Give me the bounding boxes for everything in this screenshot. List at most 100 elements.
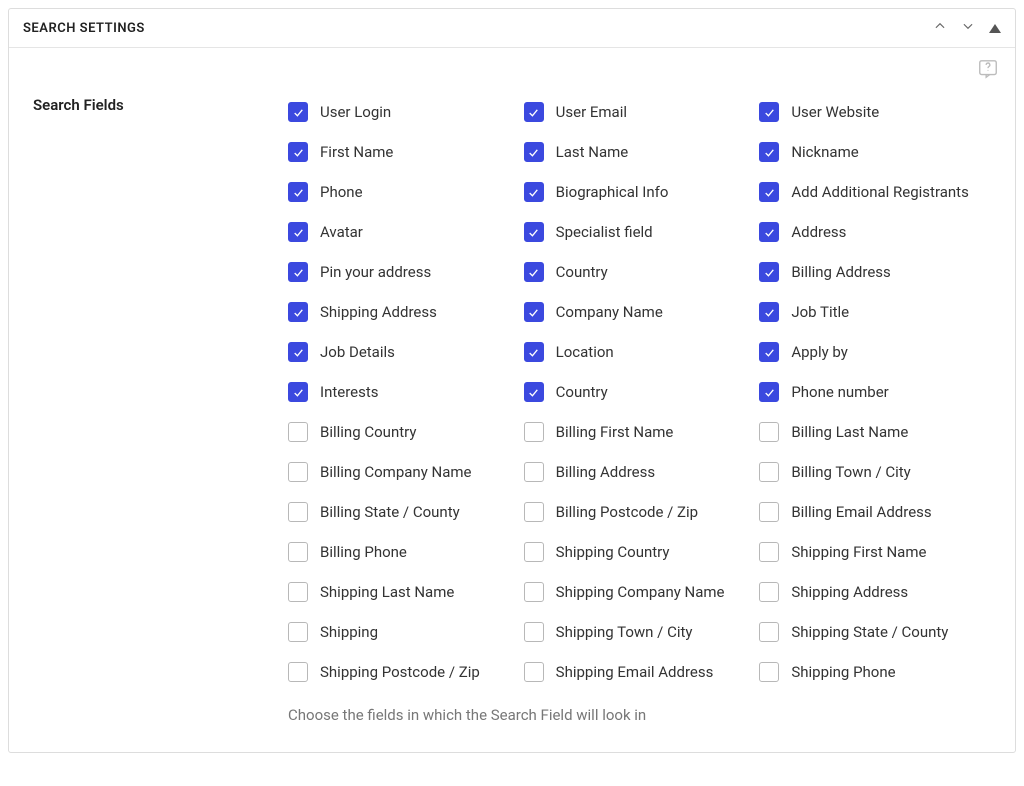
checkbox-label[interactable]: Billing Town / City — [791, 463, 910, 481]
checkbox-label[interactable]: Shipping Phone — [791, 663, 895, 681]
checkbox[interactable] — [288, 622, 308, 642]
collapse-toggle-icon[interactable] — [989, 24, 1001, 33]
checkbox-label[interactable]: Country — [556, 383, 608, 401]
checkbox-label[interactable]: Specialist field — [556, 223, 653, 241]
checkbox[interactable] — [288, 142, 308, 162]
checkbox[interactable] — [524, 622, 544, 642]
checkbox[interactable] — [288, 342, 308, 362]
checkbox-label[interactable]: Phone number — [791, 383, 888, 401]
panel-actions — [933, 19, 1001, 37]
checkbox[interactable] — [288, 662, 308, 682]
checkbox[interactable] — [524, 662, 544, 682]
checkbox[interactable] — [524, 422, 544, 442]
checkbox-label[interactable]: Address — [791, 223, 846, 241]
checkbox-label[interactable]: Last Name — [556, 143, 629, 161]
checkbox[interactable] — [288, 462, 308, 482]
checkbox-label[interactable]: Billing State / County — [320, 503, 460, 521]
checkbox-label[interactable]: Shipping — [320, 623, 378, 641]
checkbox[interactable] — [759, 662, 779, 682]
checkbox-label[interactable]: Company Name — [556, 303, 663, 321]
checkbox-label[interactable]: User Email — [556, 103, 627, 121]
checkbox-label[interactable]: Biographical Info — [556, 183, 669, 201]
checkbox[interactable] — [759, 502, 779, 522]
checkbox[interactable] — [524, 302, 544, 322]
checkbox[interactable] — [524, 502, 544, 522]
checkbox[interactable] — [759, 182, 779, 202]
checkbox[interactable] — [759, 462, 779, 482]
checkbox[interactable] — [288, 422, 308, 442]
checkbox[interactable] — [524, 102, 544, 122]
checkbox-label[interactable]: Shipping Company Name — [556, 583, 725, 601]
checkbox-label[interactable]: Billing Address — [791, 263, 890, 281]
checkbox[interactable] — [288, 102, 308, 122]
checkbox-label[interactable]: Billing Address — [556, 463, 655, 481]
checkbox-label[interactable]: Billing Last Name — [791, 423, 908, 441]
checkbox-label[interactable]: Interests — [320, 383, 379, 401]
checkbox-label[interactable]: Location — [556, 343, 614, 361]
checkbox-label[interactable]: Shipping Email Address — [556, 663, 714, 681]
checkbox[interactable] — [759, 582, 779, 602]
checkbox[interactable] — [524, 462, 544, 482]
checkbox[interactable] — [288, 382, 308, 402]
checkbox-label[interactable]: First Name — [320, 143, 393, 161]
field-option: Last Name — [524, 132, 756, 172]
checkbox-label[interactable]: Shipping Last Name — [320, 583, 454, 601]
field-option: Shipping Company Name — [524, 572, 756, 612]
checkbox[interactable] — [524, 142, 544, 162]
move-up-icon[interactable] — [933, 19, 947, 37]
checkbox-label[interactable]: Country — [556, 263, 608, 281]
checkbox[interactable] — [288, 582, 308, 602]
checkbox-label[interactable]: Billing Company Name — [320, 463, 472, 481]
checkbox-label[interactable]: Job Title — [791, 303, 849, 321]
checkbox[interactable] — [288, 262, 308, 282]
checkbox-label[interactable]: Shipping Address — [320, 303, 437, 321]
checkbox-label[interactable]: Avatar — [320, 223, 363, 241]
checkbox[interactable] — [759, 222, 779, 242]
checkbox-label[interactable]: Add Additional Registrants — [791, 183, 969, 201]
checkbox[interactable] — [288, 502, 308, 522]
checkbox-label[interactable]: Shipping Town / City — [556, 623, 693, 641]
checkbox-label[interactable]: Billing Phone — [320, 543, 407, 561]
move-down-icon[interactable] — [961, 19, 975, 37]
checkbox[interactable] — [288, 222, 308, 242]
checkbox[interactable] — [759, 302, 779, 322]
checkbox[interactable] — [759, 622, 779, 642]
checkbox[interactable] — [759, 542, 779, 562]
checkbox-label[interactable]: User Website — [791, 103, 879, 121]
field-option: Shipping Postcode / Zip — [288, 652, 520, 692]
checkbox-label[interactable]: Billing Email Address — [791, 503, 931, 521]
checkbox-label[interactable]: Nickname — [791, 143, 858, 161]
checkbox-label[interactable]: Billing Postcode / Zip — [556, 503, 698, 521]
field-option: Interests — [288, 372, 520, 412]
checkbox-label[interactable]: Billing Country — [320, 423, 416, 441]
checkbox-label[interactable]: Pin your address — [320, 263, 431, 281]
checkbox[interactable] — [524, 222, 544, 242]
checkbox-label[interactable]: Shipping Address — [791, 583, 908, 601]
checkbox[interactable] — [759, 102, 779, 122]
help-icon[interactable] — [977, 58, 999, 84]
checkbox[interactable] — [288, 182, 308, 202]
checkbox[interactable] — [524, 382, 544, 402]
checkbox-label[interactable]: Shipping State / County — [791, 623, 948, 641]
checkbox[interactable] — [288, 542, 308, 562]
checkbox-label[interactable]: Shipping Postcode / Zip — [320, 663, 480, 681]
checkbox[interactable] — [759, 382, 779, 402]
checkbox[interactable] — [759, 342, 779, 362]
checkbox-label[interactable]: Phone — [320, 183, 363, 201]
checkbox[interactable] — [759, 422, 779, 442]
checkbox[interactable] — [524, 542, 544, 562]
checkbox-label[interactable]: Apply by — [791, 343, 848, 361]
checkbox-label[interactable]: Shipping First Name — [791, 543, 926, 561]
checkbox[interactable] — [524, 582, 544, 602]
field-option: User Website — [759, 92, 991, 132]
checkbox-label[interactable]: Billing First Name — [556, 423, 674, 441]
checkbox[interactable] — [288, 302, 308, 322]
checkbox[interactable] — [524, 262, 544, 282]
checkbox[interactable] — [524, 342, 544, 362]
checkbox-label[interactable]: User Login — [320, 103, 391, 121]
checkbox-label[interactable]: Shipping Country — [556, 543, 670, 561]
checkbox[interactable] — [759, 262, 779, 282]
checkbox-label[interactable]: Job Details — [320, 343, 395, 361]
checkbox[interactable] — [759, 142, 779, 162]
checkbox[interactable] — [524, 182, 544, 202]
